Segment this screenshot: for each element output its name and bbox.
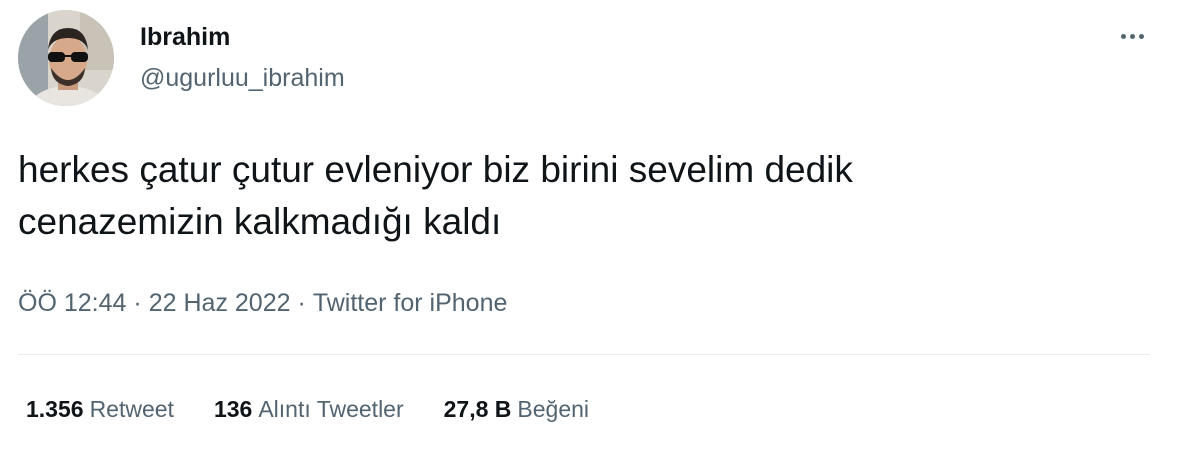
like-count-label: Beğeni: [517, 396, 590, 422]
dot-icon: [1138, 33, 1144, 39]
tweet-text: herkes çatur çutur evleniyor biz birini …: [18, 144, 1118, 248]
quote-count-value: 136: [213, 396, 253, 422]
user-avatar-icon: [18, 10, 114, 106]
quote-count[interactable]: 136 Alıntı Tweetler: [214, 392, 404, 426]
tweet-meta: ÖÖ 12:44 · 22 Haz 2022 · Twitter for iPhone: [18, 286, 507, 320]
author-name[interactable]: Ibrahim: [140, 22, 230, 52]
retweet-count-label: Retweet: [89, 396, 174, 422]
meta-separator: ·: [297, 289, 306, 317]
tweet-text-line: herkes çatur çutur evleniyor biz birini …: [18, 149, 853, 190]
tweet-card: Ibrahim @ugurluu_ibrahim herkes çatur çu…: [0, 0, 1178, 454]
more-options-icon[interactable]: [1110, 20, 1154, 52]
author-handle[interactable]: @ugurluu_ibrahim: [140, 63, 345, 93]
like-count[interactable]: 27,8 B Beğeni: [444, 392, 589, 426]
quote-count-label: Alıntı Tweetler: [258, 396, 404, 422]
dot-icon: [1120, 33, 1126, 39]
tweet-date[interactable]: 22 Haz 2022: [149, 289, 291, 317]
like-count-value: 27,8 B: [443, 396, 512, 422]
avatar[interactable]: [18, 10, 114, 106]
tweet-text-line: cenazemizin kalkmadığı kaldı: [18, 201, 502, 242]
divider: [18, 354, 1150, 355]
dot-icon: [1129, 33, 1135, 39]
meta-separator: ·: [133, 289, 142, 317]
tweet-stats: 1.356 Retweet 136 Alıntı Tweetler 27,8 B Be…: [26, 392, 629, 426]
tweet-source[interactable]: Twitter for iPhone: [313, 289, 508, 317]
retweet-count[interactable]: 1.356 Retweet: [26, 392, 174, 426]
tweet-time[interactable]: ÖÖ 12:44: [18, 289, 126, 317]
retweet-count-value: 1.356: [26, 396, 84, 422]
